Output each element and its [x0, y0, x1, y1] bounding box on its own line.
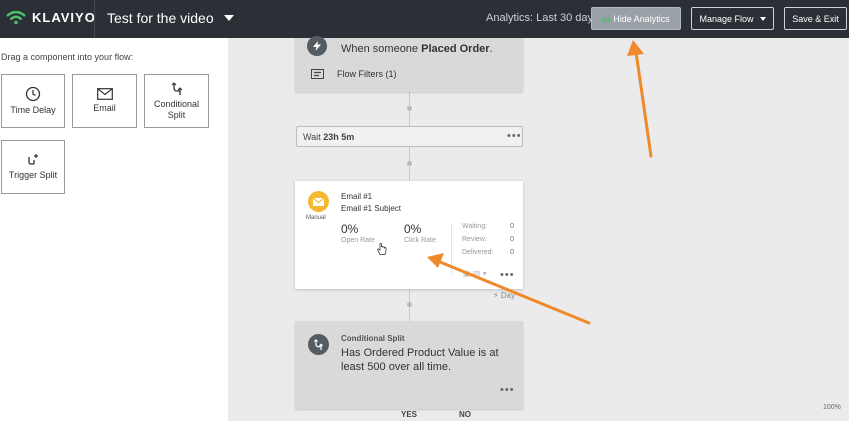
hand-cursor-icon	[377, 243, 387, 255]
email-card[interactable]: Manual Email #1 Email #1 Subject 0% Open…	[295, 181, 523, 289]
sidebar-title: Drag a component into your flow:	[1, 52, 134, 62]
flow-title: Test for the video	[107, 10, 214, 26]
add-step-dot[interactable]	[407, 302, 412, 307]
trigger-prefix: When someone	[341, 43, 419, 55]
klaviyo-logo[interactable]: KLAVIYO	[6, 10, 96, 25]
wait-label: Wait 23h 5m	[303, 132, 354, 142]
email-name: Email #1	[341, 192, 373, 201]
component-email[interactable]: Email	[72, 74, 137, 128]
image-icon[interactable]: ▨	[473, 269, 481, 278]
split-node-icon	[308, 334, 329, 355]
lightning-icon	[313, 41, 321, 51]
branch-no-label: NO	[459, 410, 471, 419]
component-trigger-split[interactable]: Trigger Split	[1, 140, 65, 194]
more-options-icon[interactable]: •••	[507, 131, 522, 142]
waiting-value: 0	[510, 223, 514, 230]
open-rate-label: Open Rate	[341, 237, 375, 244]
save-exit-button[interactable]: Save & Exit	[784, 7, 847, 30]
trigger-icon	[307, 36, 327, 56]
stat-divider	[451, 223, 452, 275]
split-icon	[171, 81, 182, 95]
component-label: Time Delay	[10, 105, 56, 115]
hide-analytics-label: Hide Analytics	[613, 13, 670, 24]
top-bar: KLAVIYO Test for the video Analytics: La…	[0, 0, 849, 38]
email-subject: Email #1 Subject	[341, 204, 402, 213]
chevron-down-icon	[223, 15, 234, 21]
split-title: Conditional Split	[341, 334, 405, 343]
click-rate-value: 0%	[404, 222, 422, 236]
delivered-stat: Delivered: 0	[462, 249, 514, 256]
waiting-stat: Waiting: 0	[462, 223, 514, 230]
trigger-suffix: .	[489, 43, 493, 55]
review-stat: Review: 0	[462, 236, 514, 243]
logo-text: KLAVIYO	[32, 10, 96, 25]
branch-yes-label: YES	[401, 410, 418, 419]
click-rate-label: Click Rate	[404, 237, 436, 244]
trigger-description: When someone Placed Order.	[341, 43, 493, 55]
clock-icon	[25, 86, 41, 102]
component-time-delay[interactable]: Time Delay	[1, 74, 65, 128]
review-value: 0	[510, 236, 514, 243]
wait-prefix: Wait	[303, 132, 321, 142]
component-label: Trigger Split	[8, 170, 58, 180]
email-mode: Manual	[306, 215, 326, 221]
trigger-card[interactable]: When someone Placed Order. Flow Filters …	[295, 36, 523, 92]
envelope-icon	[96, 88, 113, 100]
bar-chart-icon	[602, 16, 610, 22]
wait-card[interactable]: Wait 23h 5m •••	[296, 126, 523, 147]
component-conditional-split[interactable]: Conditional Split	[144, 74, 209, 128]
review-label: Review:	[462, 236, 487, 243]
email-action-icons: ▣ ▨ ▾	[463, 269, 487, 278]
waiting-label: Waiting:	[462, 223, 488, 230]
component-sidebar: Drag a component into your flow: Time De…	[0, 38, 228, 421]
email-node-icon	[308, 191, 329, 212]
open-rate-value: 0%	[341, 222, 359, 236]
component-label: Email	[93, 103, 116, 113]
flow-filters-link[interactable]: Flow Filters (1)	[337, 69, 397, 79]
add-step-dot[interactable]	[407, 106, 412, 111]
add-step-dot[interactable]	[407, 161, 412, 166]
filter-icon	[311, 69, 324, 79]
split-description: Has Ordered Product Value is at least 50…	[341, 347, 499, 373]
split-icon	[313, 338, 324, 350]
wait-duration: 23h 5m	[323, 132, 355, 142]
wifi-logo-icon	[6, 10, 26, 24]
trigger-split-icon	[28, 154, 38, 165]
preview-icon[interactable]: ▣	[463, 269, 471, 278]
manage-flow-button[interactable]: Manage Flow	[691, 7, 774, 30]
delay-tag: ⚡ Day	[493, 291, 516, 300]
component-label: Conditional Split	[153, 98, 200, 120]
analytics-range: Analytics: Last 30 days	[486, 12, 599, 24]
delivered-value: 0	[510, 249, 514, 256]
header-divider	[94, 0, 95, 38]
hide-analytics-button[interactable]: Hide Analytics	[591, 7, 681, 30]
chevron-down-icon	[759, 16, 766, 21]
conditional-split-card[interactable]: Conditional Split Has Ordered Product Va…	[295, 321, 523, 409]
flow-title-dropdown[interactable]: Test for the video	[107, 10, 234, 26]
delay-tag-label: Day	[500, 291, 516, 300]
delivered-label: Delivered:	[462, 249, 494, 256]
more-options-icon[interactable]: •••	[500, 385, 515, 396]
manage-flow-label: Manage Flow	[699, 13, 754, 24]
filter-funnel-icon[interactable]: ▾	[483, 269, 487, 278]
envelope-icon	[313, 197, 324, 206]
trigger-event: Placed Order	[421, 43, 490, 55]
more-options-icon[interactable]: •••	[500, 270, 515, 281]
zoom-level: 100%	[823, 404, 841, 411]
